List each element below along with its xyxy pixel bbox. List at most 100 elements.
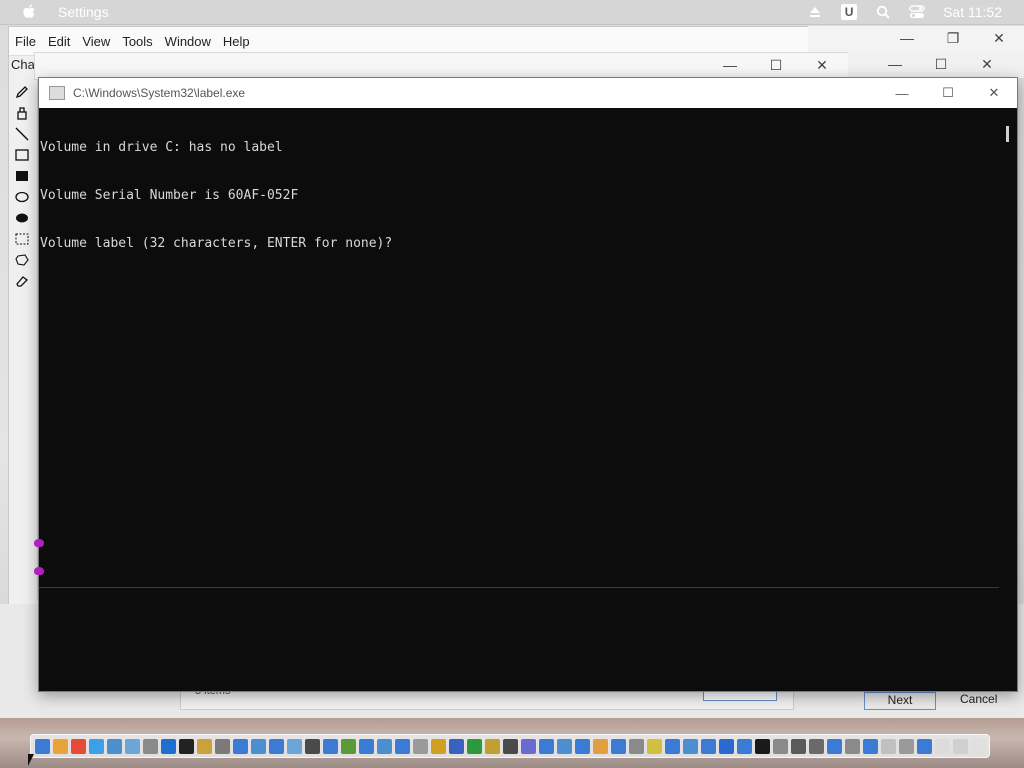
dock-app-icon[interactable] [89,738,104,754]
dock-app-icon[interactable] [359,738,374,754]
dock-app-icon[interactable] [179,738,194,754]
dock-app-icon[interactable] [521,738,536,754]
ellipse-icon[interactable] [15,190,29,204]
dock-app-icon[interactable] [665,738,680,754]
dock-app-icon[interactable] [881,738,896,754]
dock-app-icon[interactable] [611,738,626,754]
dock-app-icon[interactable] [449,738,464,754]
dock-app-icon[interactable] [323,738,338,754]
console-app-icon [49,86,65,100]
dock-app-icon[interactable] [161,738,176,754]
select-icon[interactable] [15,232,29,246]
scrollbar-thumb[interactable] [1006,126,1009,142]
dock-app-icon[interactable] [575,738,590,754]
dock-app-icon[interactable] [305,738,320,754]
dock-app-icon[interactable] [737,738,752,754]
minimize-icon[interactable]: — [879,78,925,108]
menubar-clock[interactable]: Sat 11:52 [943,4,1002,20]
dock-app-icon[interactable] [413,738,428,754]
eject-icon[interactable] [807,4,823,20]
minimize-icon[interactable]: — [707,57,753,74]
cancel-button[interactable]: Cancel [960,692,997,706]
dock-app-icon[interactable] [233,738,248,754]
filled-rectangle-icon[interactable] [15,169,29,183]
dock-app-icon[interactable] [755,738,770,754]
maximize-icon[interactable]: ☐ [925,78,971,108]
apple-icon[interactable] [22,4,36,20]
filled-ellipse-icon[interactable] [15,211,29,225]
dock-app-icon[interactable] [539,738,554,754]
dock-app-icon[interactable] [899,738,914,754]
dock-app-icon[interactable] [377,738,392,754]
close-icon[interactable]: ✕ [964,56,1010,73]
maximize-icon[interactable]: ☐ [918,56,964,73]
dock-app-icon[interactable] [35,738,50,754]
user-u-icon[interactable]: U [841,4,858,20]
dock-app-icon[interactable] [485,738,500,754]
control-center-icon[interactable] [909,4,925,20]
search-icon[interactable] [875,4,891,20]
menu-tools[interactable]: Tools [116,34,158,49]
dock-app-icon[interactable] [989,739,990,754]
dock-app-icon[interactable] [215,738,230,754]
menu-window[interactable]: Window [159,34,217,49]
console-titlebar[interactable]: C:\Windows\System32\label.exe — ☐ ✕ [39,78,1017,108]
line-icon[interactable] [15,127,29,141]
fill-icon[interactable] [15,106,29,120]
next-button[interactable]: Next [864,692,936,710]
dock-app-icon[interactable] [773,738,788,754]
dock-app-icon[interactable] [935,738,950,754]
dock-app-icon[interactable] [809,738,824,754]
dock-app-icon[interactable] [503,738,518,754]
dock-app-icon[interactable] [53,738,68,754]
pencil-icon[interactable] [15,85,29,99]
menu-edit[interactable]: Edit [42,34,76,49]
dock-app-icon[interactable] [971,738,986,754]
dock-app-icon[interactable] [269,738,284,754]
dock-app-icon[interactable] [863,738,878,754]
restore-icon[interactable]: ❐ [930,30,976,47]
dock-app-icon[interactable] [341,738,356,754]
close-icon[interactable]: ✕ [976,30,1022,47]
close-icon[interactable]: ✕ [971,78,1017,108]
dock-app-icon[interactable] [719,738,734,754]
dock-app-icon[interactable] [125,738,140,754]
dock-app-icon[interactable] [143,738,158,754]
menu-file[interactable]: File [9,34,42,49]
dock-app-icon[interactable] [557,738,572,754]
dock-app-icon[interactable] [593,738,608,754]
dock-app-icon[interactable] [197,738,212,754]
dock-app-icon[interactable] [953,738,968,754]
dock-app-icon[interactable] [287,738,302,754]
rectangle-icon[interactable] [15,148,29,162]
menu-help[interactable]: Help [217,34,256,49]
dock-app-icon[interactable] [647,738,662,754]
dock-app-icon[interactable] [845,738,860,754]
console-scrollbar[interactable] [999,108,1017,691]
dock-app-icon[interactable] [431,738,446,754]
minimize-icon[interactable]: — [872,56,918,73]
dock-app-icon[interactable] [395,738,410,754]
close-icon[interactable]: ✕ [799,57,845,74]
dock-app-icon[interactable] [701,738,716,754]
dock-app-icon[interactable] [683,738,698,754]
dock-app-icon[interactable] [791,738,806,754]
dock-app-icon[interactable] [467,738,482,754]
console-window[interactable]: C:\Windows\System32\label.exe — ☐ ✕ Volu… [34,77,1018,692]
dock-app-icon[interactable] [629,738,644,754]
dock-app-icon[interactable] [917,738,932,754]
console-line: Volume Serial Number is 60AF-052F [40,188,299,203]
active-app-name[interactable]: Settings [58,4,109,20]
menu-bar: Settings U Sat 11:52 [0,0,1024,25]
dock-app-icon[interactable] [107,738,122,754]
dock-app-icon[interactable] [251,738,266,754]
third-window-controls: — ☐ ✕ [872,56,1010,73]
minimize-icon[interactable]: — [884,30,930,47]
maximize-icon[interactable]: ☐ [753,57,799,74]
lasso-icon[interactable] [15,253,29,267]
menu-view[interactable]: View [76,34,116,49]
eraser-icon[interactable] [15,274,29,288]
dock-app-icon[interactable] [71,738,86,754]
console-output[interactable]: Volume in drive C: has no label Volume S… [39,108,999,586]
dock-app-icon[interactable] [827,738,842,754]
